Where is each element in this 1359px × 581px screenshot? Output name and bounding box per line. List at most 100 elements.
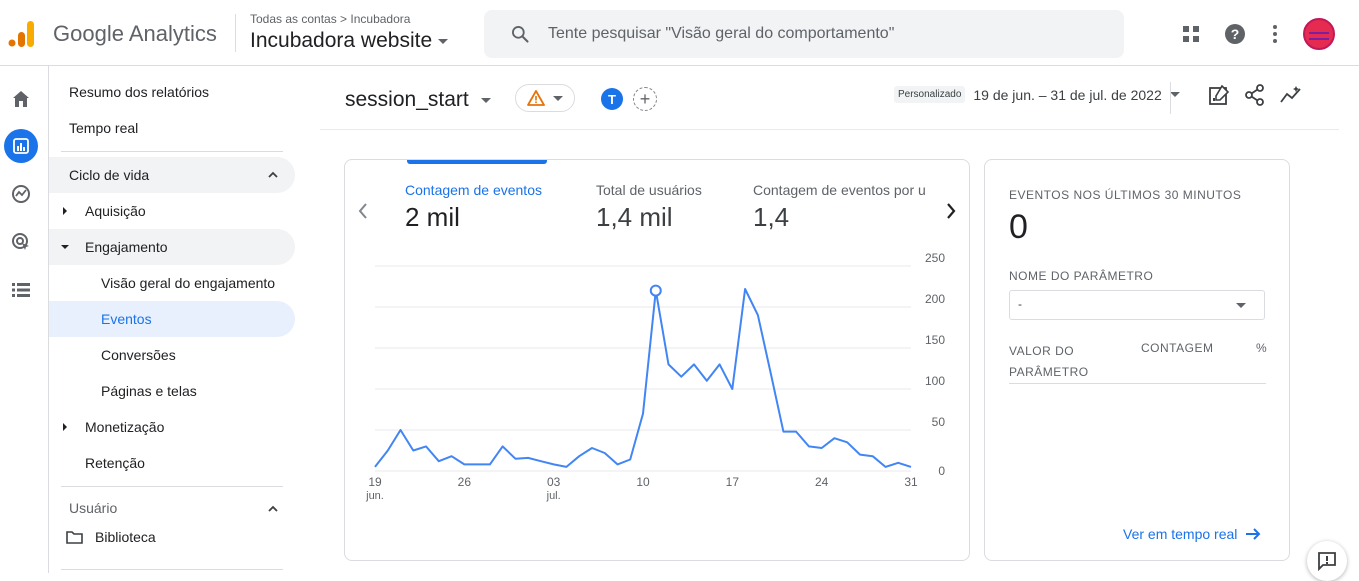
realtime-title: EVENTOS NOS ÚLTIMOS 30 MINUTOS — [1009, 188, 1242, 202]
home-icon[interactable] — [9, 87, 33, 111]
data-quality-chip[interactable] — [515, 84, 575, 112]
header-divider — [1170, 82, 1171, 114]
svg-text:?: ? — [1231, 26, 1240, 42]
nav-label: Conversões — [101, 347, 176, 363]
reports-nav: Resumo dos relatórios Tempo real Ciclo d… — [49, 66, 311, 573]
nav-divider — [61, 569, 283, 570]
nav-label: Aquisição — [85, 203, 146, 219]
nav-divider — [61, 486, 283, 487]
x-tick-label: 31 — [904, 475, 918, 489]
nav-label: Monetização — [85, 419, 165, 435]
realtime-card: EVENTOS NOS ÚLTIMOS 30 MINUTOS 0 NOME DO… — [984, 159, 1290, 561]
nav-label: Visão geral do engajamento — [101, 275, 276, 291]
series-line — [374, 288, 912, 468]
y-tick-label: 150 — [925, 333, 945, 347]
customize-report-icon[interactable] — [1208, 84, 1230, 106]
property-name: Incubadora website — [250, 29, 433, 52]
realtime-count: 0 — [1009, 208, 1028, 246]
arrow-right-icon — [1246, 528, 1261, 540]
nav-reports-summary[interactable]: Resumo dos relatórios — [49, 74, 295, 110]
nav-engagement[interactable]: Engajamento — [49, 229, 295, 265]
nav-realtime[interactable]: Tempo real — [49, 110, 295, 146]
nav-label: Usuário — [69, 500, 118, 516]
date-range: 19 de jun. – 31 de jul. de 2022 — [973, 86, 1162, 103]
explore-icon[interactable] — [9, 182, 33, 206]
chevron-down-icon — [1236, 303, 1246, 308]
nav-label: Resumo dos relatórios — [69, 84, 210, 100]
nav-label: Engajamento — [85, 239, 168, 255]
nav-label: Páginas e telas — [101, 383, 197, 399]
link-label: Ver em tempo real — [1123, 526, 1238, 542]
param-select-value: - — [1018, 297, 1022, 311]
nav-acquisition[interactable]: Aquisição — [49, 193, 295, 229]
folder-icon — [66, 531, 83, 544]
breadcrumb[interactable]: Todas as contas > Incubadora — [250, 12, 410, 26]
nav-section-user[interactable]: Usuário — [49, 500, 295, 520]
nav-label: Ciclo de vida — [69, 167, 150, 183]
nav-events[interactable]: Eventos — [49, 301, 295, 337]
warning-icon — [527, 90, 545, 106]
column-header-line: PARÂMETRO — [1009, 365, 1089, 379]
avatar[interactable] — [1303, 18, 1335, 50]
x-tick-sublabel: jul. — [546, 490, 561, 502]
search-icon — [512, 26, 529, 43]
nav-divider — [61, 151, 283, 152]
column-header-line: VALOR DO — [1009, 344, 1075, 358]
chevron-down-icon — [1169, 92, 1180, 97]
top-bar: Google Analytics Todas as contas > Incub… — [0, 0, 1359, 66]
nav-section-lifecycle[interactable]: Ciclo de vida — [49, 157, 295, 193]
more-vert-icon[interactable] — [1263, 22, 1287, 46]
chevron-down-icon — [438, 38, 449, 44]
property-selector[interactable]: Incubadora website — [250, 29, 449, 53]
chevron-down-icon — [553, 95, 563, 101]
nav-monetization[interactable]: Monetização — [49, 409, 295, 445]
feedback-icon — [1318, 552, 1336, 571]
nav-label: Retenção — [85, 455, 145, 471]
apps-grid-icon[interactable] — [1179, 22, 1203, 46]
add-comparison-icon[interactable]: + — [633, 87, 657, 111]
header-divider — [235, 14, 236, 52]
nav-label: Eventos — [101, 311, 152, 327]
nav-engagement-overview[interactable]: Visão geral do engajamento — [49, 265, 295, 301]
y-tick-label: 0 — [938, 464, 945, 478]
advertising-icon[interactable] — [9, 230, 33, 254]
analytics-logo-icon — [8, 21, 34, 47]
y-tick-label: 100 — [925, 374, 945, 388]
nav-label: Biblioteca — [95, 529, 156, 545]
y-tick-label: 250 — [925, 251, 945, 265]
share-icon[interactable] — [1245, 84, 1265, 106]
page-title: session_start — [345, 88, 469, 111]
x-tick-label: 17 — [726, 475, 740, 489]
configure-list-icon[interactable] — [9, 278, 33, 302]
comparison-chip[interactable]: T — [601, 88, 623, 110]
date-range-picker[interactable]: Personalizado 19 de jun. – 31 de jul. de… — [894, 86, 1180, 103]
feedback-button[interactable] — [1307, 541, 1347, 581]
expand-right-icon — [63, 207, 67, 215]
reports-icon[interactable] — [9, 134, 33, 158]
x-tick-label: 24 — [815, 475, 829, 489]
nav-library[interactable]: Biblioteca — [49, 519, 295, 555]
event-count-line-chart: 250 200 150 100 50 0 19jun. 26 03jul. 10 17 24 31 — [365, 251, 945, 502]
param-select[interactable]: - — [1009, 290, 1265, 320]
nav-pages-screens[interactable]: Páginas e telas — [49, 373, 295, 409]
app-name: Google Analytics — [53, 21, 217, 46]
expand-right-icon — [63, 423, 67, 431]
x-tick-label: 03 — [547, 475, 561, 489]
column-header-param-value: VALOR DO PARÂMETRO — [1009, 341, 1089, 383]
x-tick-label: 19 — [368, 475, 382, 489]
search-bar[interactable] — [484, 10, 1124, 58]
chevron-down-icon — [480, 97, 491, 103]
event-selector[interactable]: session_start — [345, 88, 491, 112]
search-input[interactable] — [548, 25, 1088, 43]
nav-retention[interactable]: Retenção — [49, 445, 295, 481]
expand-down-icon — [61, 245, 69, 249]
column-header-count: CONTAGEM — [1141, 341, 1214, 355]
nav-conversions[interactable]: Conversões — [49, 337, 295, 373]
help-icon[interactable]: ? — [1223, 22, 1247, 46]
view-realtime-link[interactable]: Ver em tempo real — [1123, 526, 1261, 542]
insights-icon[interactable] — [1279, 84, 1303, 106]
report-header: session_start T + Personalizado 19 de ju… — [320, 66, 1339, 130]
chevron-up-icon — [268, 171, 278, 178]
column-header-percent: % — [1256, 341, 1268, 355]
data-point-marker — [649, 284, 662, 297]
